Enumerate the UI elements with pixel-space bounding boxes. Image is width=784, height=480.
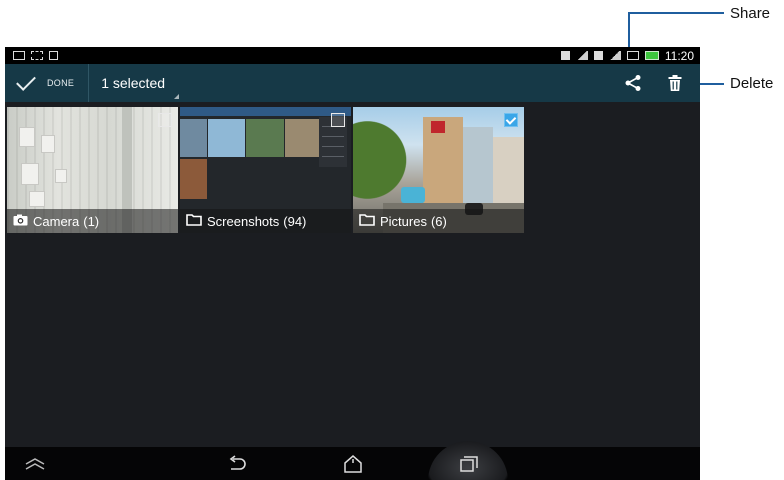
album-label: Screenshots (94)	[180, 209, 351, 233]
done-label: DONE	[47, 78, 75, 88]
home-launcher-icon	[25, 457, 45, 470]
sim1-icon	[560, 51, 570, 60]
back-button[interactable]	[222, 447, 252, 480]
folder-icon	[359, 213, 375, 229]
delete-button[interactable]	[658, 66, 692, 100]
navigation-bar	[5, 441, 700, 480]
status-time: 11:20	[664, 48, 694, 63]
album-name: Pictures	[380, 213, 427, 229]
album-screenshots[interactable]: Screenshots (94)	[180, 107, 351, 233]
checkmark-icon	[16, 71, 36, 91]
album-pictures[interactable]: Pictures (6)	[353, 107, 524, 233]
signal-2-icon	[608, 51, 621, 60]
selected-count-dropdown[interactable]: 1 selected	[101, 75, 180, 99]
trash-icon	[668, 75, 682, 91]
recents-icon	[460, 455, 478, 472]
launcher-button[interactable]	[20, 447, 50, 480]
signal-1-icon	[575, 51, 588, 60]
album-name: Camera	[33, 213, 80, 229]
screenshot-icon	[13, 51, 25, 60]
share-icon	[625, 75, 641, 91]
share-callout-label: Share	[730, 5, 771, 22]
share-button[interactable]	[616, 66, 650, 100]
sim-icon	[49, 51, 58, 60]
album-select-checkbox[interactable]	[504, 113, 518, 127]
folder-icon	[186, 213, 202, 229]
battery-charging-icon	[644, 51, 659, 60]
dropdown-indicator-icon	[174, 94, 180, 99]
storage-icon	[31, 51, 43, 60]
recents-button[interactable]	[454, 447, 484, 480]
media-icon	[626, 51, 639, 60]
selection-action-bar: DONE 1 selected	[5, 64, 700, 102]
album-count: (94)	[283, 213, 307, 229]
back-icon	[229, 454, 246, 470]
tablet-screen: 11:20 DONE 1 selected Camera (1) Screens…	[5, 47, 700, 480]
status-bar: 11:20	[5, 47, 700, 64]
album-count: (1)	[83, 213, 100, 229]
sim2-icon	[593, 51, 603, 60]
done-button[interactable]: DONE	[5, 64, 90, 102]
album-name: Screenshots	[207, 213, 280, 229]
selected-count-text: 1 selected	[101, 75, 166, 91]
album-label: Pictures (6)	[353, 209, 524, 233]
album-select-checkbox[interactable]	[331, 113, 345, 127]
share-callout-line-h	[628, 12, 724, 14]
camera-icon	[13, 214, 28, 229]
delete-callout-label: Delete	[730, 75, 774, 92]
album-label: Camera (1)	[7, 209, 178, 233]
home-icon	[344, 454, 362, 473]
album-select-checkbox[interactable]	[158, 113, 172, 127]
album-camera[interactable]: Camera (1)	[7, 107, 178, 233]
album-count: (6)	[430, 213, 447, 229]
home-button[interactable]	[338, 447, 368, 480]
